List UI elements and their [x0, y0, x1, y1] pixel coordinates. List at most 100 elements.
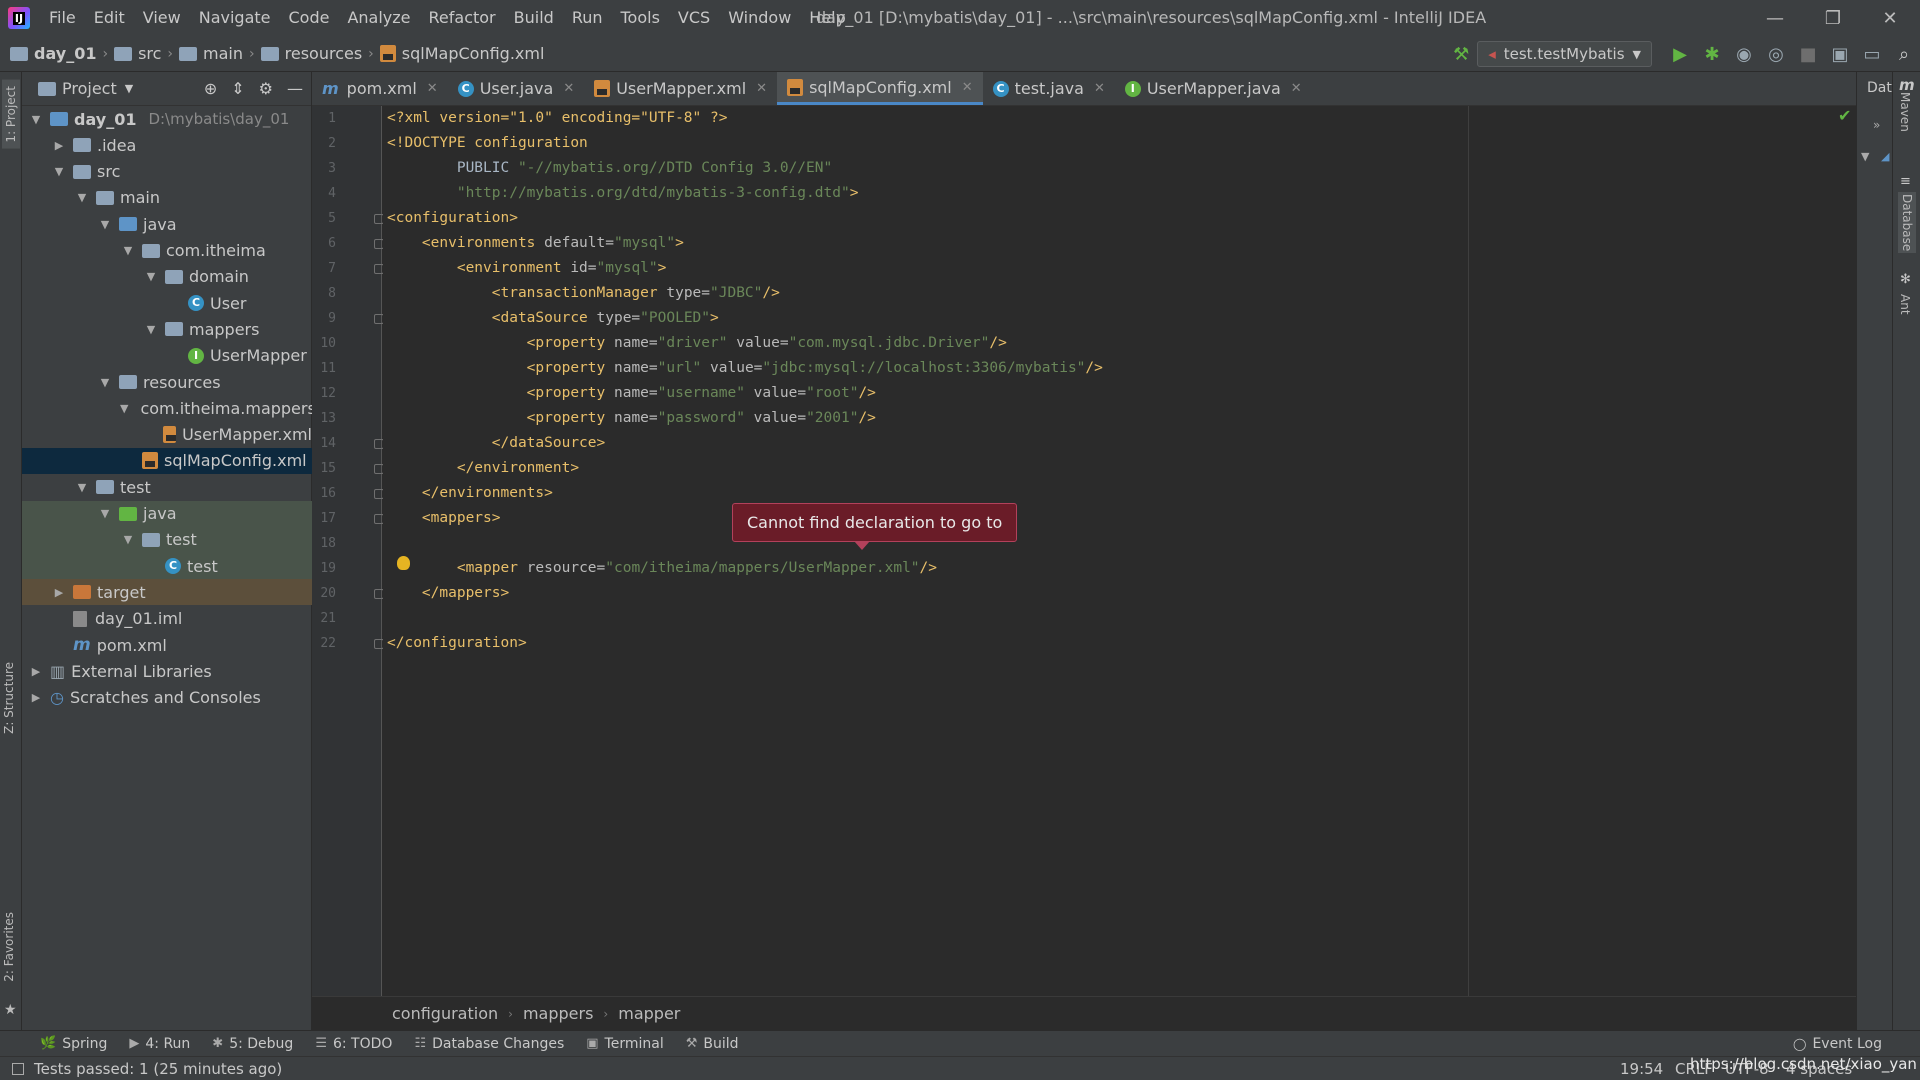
nav-crumb-src[interactable]: src	[114, 44, 161, 63]
editor-tab[interactable]: C User.java ✕	[448, 72, 585, 105]
tree-item[interactable]: C User	[22, 290, 312, 316]
close-tab-icon[interactable]: ✕	[962, 80, 973, 95]
menu-view[interactable]: View	[134, 0, 190, 36]
run-configuration-select[interactable]: ◂ test.testMybatis ▼	[1477, 41, 1652, 67]
lightbulb-icon[interactable]	[397, 556, 410, 570]
hide-icon[interactable]: —	[287, 79, 303, 98]
tool-window-database-changes[interactable]: ☷ Database Changes	[414, 1036, 564, 1052]
tree-item[interactable]: ▼ mappers	[22, 316, 312, 342]
collapse-arrow-icon[interactable]: ▼	[97, 218, 113, 231]
menu-file[interactable]: File	[40, 0, 85, 36]
tree-item[interactable]: ▼ domain	[22, 264, 312, 290]
collapse-arrow-icon[interactable]: ▼	[120, 533, 136, 546]
structure-tool-tab[interactable]: Z: Structure	[2, 662, 16, 734]
tree-item[interactable]: day_01.iml	[22, 606, 312, 632]
tree-item[interactable]: ▼ day_01 D:\mybatis\day_01	[22, 106, 312, 132]
project-tool-tab[interactable]: 1: Project	[2, 80, 20, 149]
search-icon[interactable]: ⌕	[1888, 44, 1920, 65]
xml-crumb[interactable]: mapper	[618, 1004, 680, 1023]
xml-crumb[interactable]: configuration	[392, 1004, 498, 1023]
tree-item[interactable]: sqlMapConfig.xml	[22, 447, 312, 474]
inspection-ok-icon[interactable]: ✔	[1838, 106, 1851, 125]
nav-crumb-main[interactable]: main	[179, 44, 243, 63]
db-node-icon[interactable]: ◢	[1881, 150, 1889, 163]
close-tab-icon[interactable]: ✕	[563, 81, 574, 96]
nav-crumb-file[interactable]: sqlMapConfig.xml	[379, 44, 544, 63]
tree-item[interactable]: ▶ ◷ Scratches and Consoles	[22, 685, 312, 711]
expand-arrow-icon[interactable]: ▶	[28, 691, 44, 704]
menu-navigate[interactable]: Navigate	[190, 0, 280, 36]
collapse-arrow-icon[interactable]: ▼	[74, 481, 90, 494]
collapse-arrow-icon[interactable]: ▼	[51, 165, 67, 178]
menu-refactor[interactable]: Refactor	[420, 0, 505, 36]
project-view-select[interactable]: Project	[62, 79, 117, 98]
menu-run[interactable]: Run	[563, 0, 612, 36]
restore-icon[interactable]: ❐	[1803, 0, 1863, 36]
xml-crumb[interactable]: mappers	[523, 1004, 593, 1023]
star-icon[interactable]: ★	[4, 1002, 17, 1018]
menu-code[interactable]: Code	[280, 0, 339, 36]
build-hammer-icon[interactable]: ⚒	[1445, 44, 1477, 65]
collapse-arrow-icon[interactable]: ▼	[97, 376, 113, 389]
tree-item[interactable]: ▶ .idea	[22, 132, 312, 158]
editor-tab[interactable]: m pom.xml ✕	[312, 72, 448, 105]
close-tab-icon[interactable]: ✕	[1094, 81, 1105, 96]
collapse-all-icon[interactable]: ⇕	[231, 79, 244, 98]
tool-window-spring[interactable]: 🌿 Spring	[40, 1036, 107, 1052]
tool-window-todo[interactable]: ☰ 6: TODO	[315, 1036, 392, 1052]
close-tab-icon[interactable]: ✕	[427, 81, 438, 96]
expand-tree-icon[interactable]: ▼	[1861, 150, 1869, 163]
menu-edit[interactable]: Edit	[85, 0, 134, 36]
editor-tab[interactable]: sqlMapConfig.xml ✕	[777, 72, 983, 105]
expand-arrow-icon[interactable]: ▶	[51, 586, 67, 599]
caret-position[interactable]: 19:54	[1620, 1060, 1663, 1078]
menu-window[interactable]: Window	[719, 0, 800, 36]
tree-item[interactable]: Ctest	[22, 553, 312, 580]
expand-arrow-icon[interactable]: ▶	[28, 665, 44, 678]
tree-item[interactable]: ▼ main	[22, 185, 312, 211]
presentation-icon[interactable]: ▭	[1856, 44, 1888, 65]
tree-item[interactable]: ▶ target	[22, 579, 312, 606]
menu-vcs[interactable]: VCS	[669, 0, 719, 36]
tool-window-run[interactable]: ▶ 4: Run	[129, 1036, 190, 1052]
status-toggle-icon[interactable]	[12, 1062, 24, 1075]
gear-icon[interactable]: ⚙	[259, 79, 273, 98]
event-log-button[interactable]: ◯ Event Log	[1793, 1036, 1882, 1052]
collapse-arrow-icon[interactable]: ▼	[120, 244, 136, 257]
status-message[interactable]: Tests passed: 1 (25 minutes ago)	[34, 1060, 282, 1078]
expand-arrow-icon[interactable]: ▶	[51, 139, 67, 152]
coverage-icon[interactable]: ◉	[1728, 44, 1760, 65]
run-icon[interactable]: ▶	[1664, 44, 1696, 65]
editor-tab[interactable]: Ctest.java ✕	[983, 72, 1115, 105]
favorites-tool-tab[interactable]: 2: Favorites	[2, 912, 16, 982]
tree-item[interactable]: ▼ resources	[22, 369, 312, 395]
tree-item[interactable]: UserMapper.xml	[22, 422, 312, 448]
menu-build[interactable]: Build	[505, 0, 563, 36]
tree-item[interactable]: ▼ com.itheima.mappers	[22, 395, 312, 421]
project-structure-icon[interactable]: ▣	[1824, 44, 1856, 65]
editor-tab[interactable]: I UserMapper.java ✕	[1115, 72, 1312, 105]
collapse-arrow-icon[interactable]: ▼	[120, 402, 128, 415]
tree-item[interactable]: m pom.xml	[22, 632, 312, 658]
menu-tools[interactable]: Tools	[612, 0, 669, 36]
tree-item[interactable]: ▼ java	[22, 500, 312, 527]
tool-window-build[interactable]: ⚒ Build	[686, 1036, 739, 1052]
collapse-arrow-icon[interactable]: ▼	[143, 323, 159, 336]
tree-item[interactable]: ▶ ▥ External Libraries	[22, 658, 312, 684]
tree-item[interactable]: I UserMapper	[22, 343, 312, 369]
tool-window-terminal[interactable]: ▣ Terminal	[586, 1036, 663, 1052]
minimize-icon[interactable]: —	[1745, 0, 1805, 36]
close-tab-icon[interactable]: ✕	[1291, 81, 1302, 96]
locate-icon[interactable]: ⊕	[204, 79, 217, 98]
menu-analyze[interactable]: Analyze	[338, 0, 419, 36]
database-tool-tab[interactable]: Database	[1898, 192, 1916, 254]
close-window-icon[interactable]: ✕	[1860, 0, 1920, 36]
collapse-icon[interactable]: »	[1873, 118, 1880, 132]
maven-tool-tab[interactable]: Maven	[1898, 92, 1912, 132]
stop-icon[interactable]: ■	[1792, 44, 1824, 65]
nav-crumb-project[interactable]: day_01	[10, 44, 96, 63]
collapse-arrow-icon[interactable]: ▼	[74, 191, 90, 204]
collapse-arrow-icon[interactable]: ▼	[143, 270, 159, 283]
collapse-arrow-icon[interactable]: ▼	[97, 507, 113, 520]
tree-item[interactable]: ▼ test	[22, 526, 312, 553]
